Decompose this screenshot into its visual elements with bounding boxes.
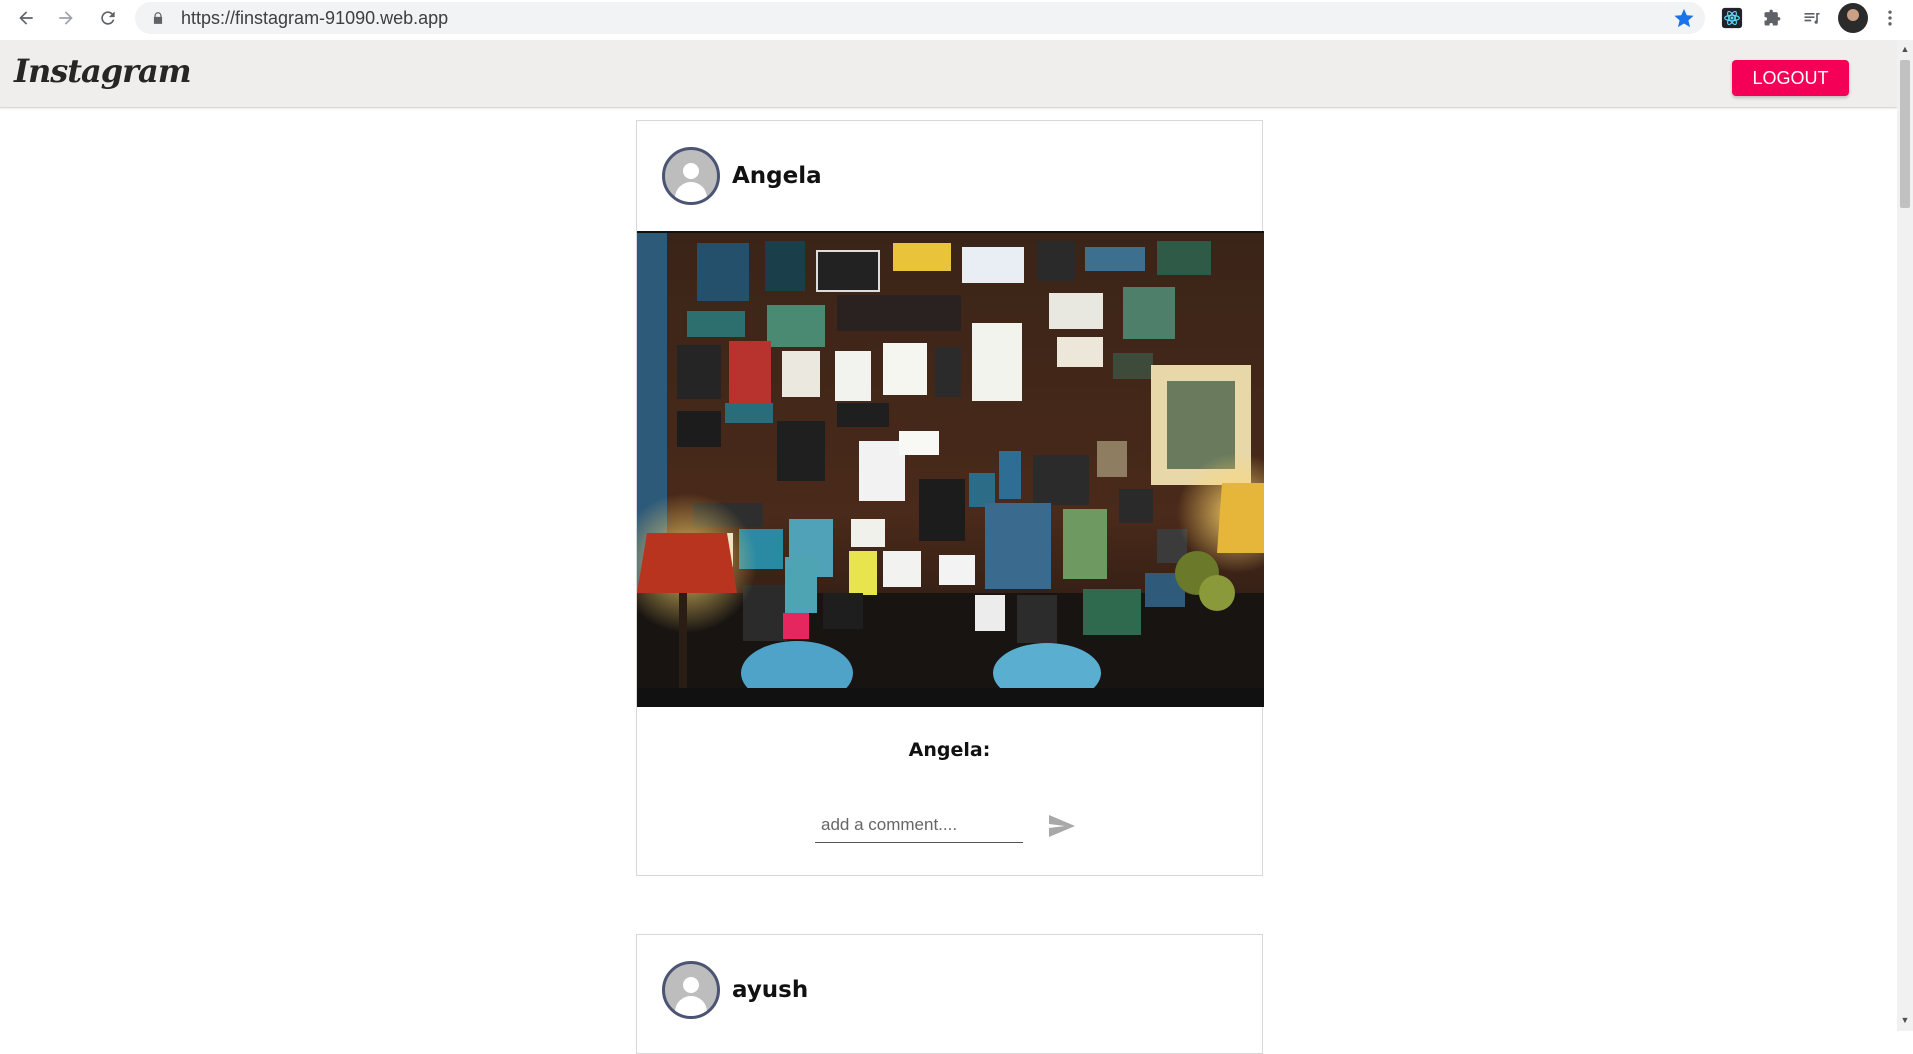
menu-dots-icon[interactable] (1876, 4, 1904, 32)
send-icon[interactable] (1047, 813, 1077, 839)
react-devtools-icon[interactable] (1718, 4, 1746, 32)
instagram-logo[interactable]: Instagram (14, 52, 192, 90)
post-username[interactable]: Angela (732, 163, 822, 189)
post-card: ayush (636, 934, 1263, 1054)
scroll-thumb[interactable] (1900, 60, 1910, 208)
profile-avatar[interactable] (1838, 3, 1868, 33)
page-scrollbar[interactable]: ▲ ▼ (1897, 40, 1913, 1031)
post-card: Angela Angela: add a comment.... (636, 120, 1264, 876)
reading-list-icon[interactable] (1798, 4, 1826, 32)
post-image (637, 231, 1264, 707)
extensions-icon[interactable] (1758, 4, 1786, 32)
post-header: ayush (637, 935, 1262, 1045)
star-icon[interactable] (1673, 7, 1695, 29)
comment-row (815, 807, 1095, 849)
person-avatar-icon (662, 961, 720, 1019)
person-avatar-icon (662, 147, 720, 205)
scroll-down-arrow-icon[interactable]: ▼ (1900, 1015, 1910, 1025)
browser-toolbar: https://finstagram-91090.web.app (0, 0, 1913, 36)
comment-input[interactable] (815, 807, 1023, 843)
forward-arrow-icon[interactable] (48, 0, 84, 36)
post-header: Angela (637, 121, 1262, 231)
url-text: https://finstagram-91090.web.app (181, 7, 449, 28)
reload-icon[interactable] (90, 0, 126, 36)
lock-icon (149, 9, 167, 27)
post-username[interactable]: ayush (732, 977, 808, 1003)
scroll-up-arrow-icon[interactable]: ▲ (1900, 44, 1910, 54)
post-caption: Angela: (908, 739, 991, 761)
logout-button[interactable]: LOGOUT (1732, 60, 1849, 96)
app-header: Instagram LOGOUT (0, 40, 1897, 108)
back-arrow-icon[interactable] (8, 0, 44, 36)
address-bar[interactable]: https://finstagram-91090.web.app (135, 2, 1705, 34)
